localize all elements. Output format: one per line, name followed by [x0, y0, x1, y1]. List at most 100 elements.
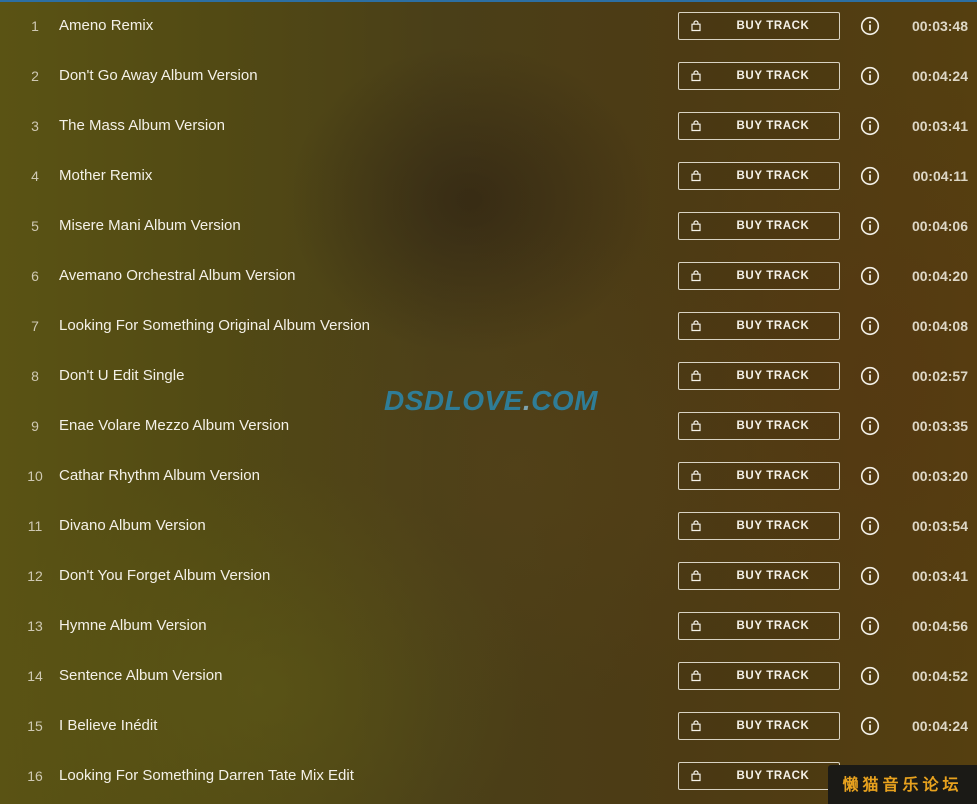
track-duration: 00:04:24: [911, 718, 968, 734]
track-title: Misere Mani Album Version: [59, 217, 241, 234]
shopping-bag-icon: [691, 220, 701, 232]
track-title: Enae Volare Mezzo Album Version: [59, 417, 290, 434]
buy-track-button[interactable]: BUY TRACK: [678, 662, 840, 690]
track-duration: 00:04:08: [911, 318, 968, 334]
track-number: 4: [31, 168, 39, 184]
track-number: 7: [31, 318, 39, 334]
buy-track-button[interactable]: BUY TRACK: [678, 562, 840, 590]
track-row: 10 Cathar Rhythm Album Version BUY TRACK…: [0, 451, 977, 501]
track-number: 14: [27, 668, 43, 684]
track-row: 7 Looking For Something Original Album V…: [0, 301, 977, 351]
buy-track-label: BUY TRACK: [736, 20, 810, 32]
track-title: Don't You Forget Album Version: [59, 567, 271, 584]
track-number: 6: [31, 268, 39, 284]
buy-track-button[interactable]: BUY TRACK: [678, 262, 840, 290]
shopping-bag-icon: [691, 320, 701, 332]
track-title: Divano Album Version: [59, 517, 206, 534]
track-duration: 00:04:06: [911, 218, 968, 234]
buy-track-button[interactable]: BUY TRACK: [678, 462, 840, 490]
track-title: Looking For Something Darren Tate Mix Ed…: [59, 767, 354, 784]
shopping-bag-icon: [691, 770, 701, 782]
info-icon[interactable]: [860, 666, 880, 686]
track-row: 15 I Believe Inédit BUY TRACK 00:04:24: [0, 701, 977, 751]
buy-track-button[interactable]: BUY TRACK: [678, 612, 840, 640]
track-duration: 00:03:20: [911, 468, 968, 484]
info-icon[interactable]: [860, 566, 880, 586]
buy-track-label: BUY TRACK: [736, 470, 810, 482]
track-duration: 00:04:52: [911, 668, 968, 684]
info-icon[interactable]: [860, 616, 880, 636]
forum-badge-text: 懒猫音乐论坛: [842, 775, 963, 794]
track-number: 11: [27, 518, 43, 534]
buy-track-button[interactable]: BUY TRACK: [678, 762, 840, 790]
track-title: Looking For Something Original Album Ver…: [59, 317, 371, 334]
track-row: 2 Don't Go Away Album Version BUY TRACK …: [0, 51, 977, 101]
buy-track-label: BUY TRACK: [736, 320, 810, 332]
shopping-bag-icon: [691, 420, 701, 432]
track-number: 9: [31, 418, 39, 434]
shopping-bag-icon: [691, 120, 701, 132]
track-duration: 00:04:56: [911, 618, 968, 634]
buy-track-label: BUY TRACK: [736, 770, 810, 782]
track-title: Don't U Edit Single: [59, 367, 185, 384]
track-row: 3 The Mass Album Version BUY TRACK 00:03…: [0, 101, 977, 151]
track-row: 12 Don't You Forget Album Version BUY TR…: [0, 551, 977, 601]
watermark-left: DSDLOVE: [384, 385, 523, 416]
buy-track-button[interactable]: BUY TRACK: [678, 312, 840, 340]
buy-track-button[interactable]: BUY TRACK: [678, 62, 840, 90]
track-duration: 00:04:20: [911, 268, 968, 284]
shopping-bag-icon: [691, 520, 701, 532]
info-icon[interactable]: [860, 16, 880, 36]
track-number: 10: [27, 468, 43, 484]
info-icon[interactable]: [860, 416, 880, 436]
buy-track-label: BUY TRACK: [736, 70, 810, 82]
track-number: 3: [31, 118, 39, 134]
track-number: 8: [31, 368, 39, 384]
track-row: 1 Ameno Remix BUY TRACK 00:03:48: [0, 1, 977, 51]
info-icon[interactable]: [860, 166, 880, 186]
buy-track-button[interactable]: BUY TRACK: [678, 512, 840, 540]
buy-track-button[interactable]: BUY TRACK: [678, 212, 840, 240]
buy-track-label: BUY TRACK: [736, 270, 810, 282]
info-icon[interactable]: [860, 716, 880, 736]
track-number: 16: [27, 768, 43, 784]
buy-track-label: BUY TRACK: [736, 670, 810, 682]
buy-track-label: BUY TRACK: [736, 620, 810, 632]
buy-track-button[interactable]: BUY TRACK: [678, 162, 840, 190]
track-duration: 00:03:41: [911, 118, 968, 134]
track-title: Mother Remix: [59, 167, 153, 184]
buy-track-label: BUY TRACK: [736, 520, 810, 532]
track-row: 11 Divano Album Version BUY TRACK 00:03:…: [0, 501, 977, 551]
shopping-bag-icon: [691, 570, 701, 582]
buy-track-label: BUY TRACK: [736, 370, 810, 382]
info-icon[interactable]: [860, 316, 880, 336]
buy-track-button[interactable]: BUY TRACK: [678, 362, 840, 390]
buy-track-button[interactable]: BUY TRACK: [678, 12, 840, 40]
info-icon[interactable]: [860, 466, 880, 486]
info-icon[interactable]: [860, 116, 880, 136]
shopping-bag-icon: [691, 470, 701, 482]
buy-track-button[interactable]: BUY TRACK: [678, 412, 840, 440]
buy-track-label: BUY TRACK: [736, 220, 810, 232]
shopping-bag-icon: [691, 170, 701, 182]
track-duration: 00:02:57: [911, 368, 968, 384]
track-row: 4 Mother Remix BUY TRACK 00:04:11: [0, 151, 977, 201]
shopping-bag-icon: [691, 370, 701, 382]
info-icon[interactable]: [860, 216, 880, 236]
buy-track-button[interactable]: BUY TRACK: [678, 112, 840, 140]
track-number: 12: [27, 568, 43, 584]
info-icon[interactable]: [860, 516, 880, 536]
info-icon[interactable]: [860, 66, 880, 86]
track-title: Don't Go Away Album Version: [59, 67, 258, 84]
shopping-bag-icon: [691, 670, 701, 682]
track-title: Avemano Orchestral Album Version: [59, 267, 296, 284]
info-icon[interactable]: [860, 266, 880, 286]
info-icon[interactable]: [860, 366, 880, 386]
shopping-bag-icon: [691, 70, 701, 82]
track-number: 5: [31, 218, 39, 234]
track-number: 15: [27, 718, 43, 734]
track-number: 13: [27, 618, 43, 634]
forum-badge: 懒猫音乐论坛: [828, 765, 977, 804]
buy-track-button[interactable]: BUY TRACK: [678, 712, 840, 740]
watermark-separator: .: [522, 385, 532, 416]
